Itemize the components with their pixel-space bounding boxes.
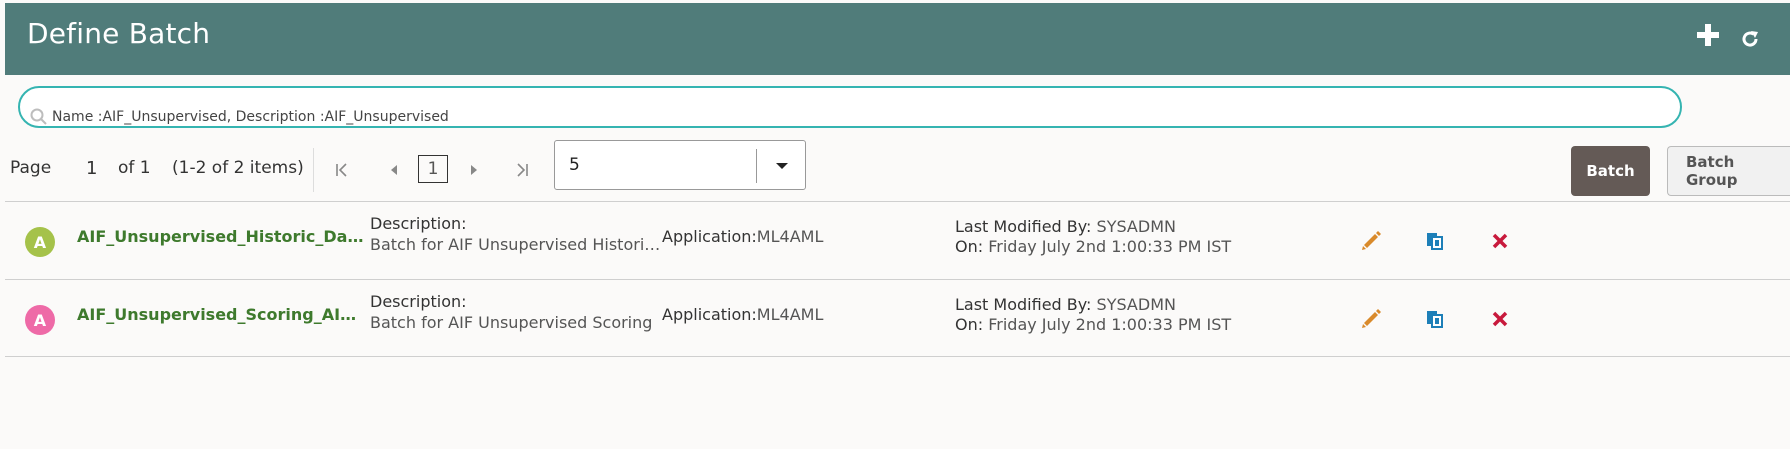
previous-page-icon	[391, 165, 397, 175]
description-label: Description:	[370, 292, 467, 311]
delete-button[interactable]	[1486, 227, 1514, 255]
last-page-button[interactable]	[510, 158, 534, 182]
close-icon	[1492, 233, 1508, 249]
copy-icon	[1427, 233, 1443, 250]
pencil-icon	[1362, 309, 1381, 328]
description-label: Description:	[370, 214, 467, 233]
next-page-button[interactable]	[462, 158, 486, 182]
search-box[interactable]	[18, 86, 1682, 128]
copy-button[interactable]	[1421, 227, 1449, 255]
page-size-select[interactable]: 5	[554, 140, 806, 190]
copy-icon	[1427, 311, 1443, 328]
application-value: ML4AML	[756, 305, 824, 324]
close-icon	[1492, 311, 1508, 327]
page-size-value: 5	[569, 155, 580, 175]
pager-divider	[313, 148, 314, 192]
page-total: of 1	[118, 158, 151, 178]
edit-button[interactable]	[1357, 305, 1385, 333]
modified-by-label: Last Modified By:	[955, 295, 1092, 314]
next-page-icon	[471, 165, 477, 175]
last-modified-by: Last Modified By: SYSADMN	[955, 217, 1176, 236]
add-button[interactable]	[1690, 17, 1726, 53]
list-item: A AIF_Unsupervised_Historic_Data_Load_AI…	[5, 201, 1790, 279]
search-icon	[30, 108, 47, 125]
modified-by-value: SYSADMN	[1096, 295, 1176, 314]
batch-name-link[interactable]: AIF_Unsupervised_Scoring_AIFSANDBOX	[77, 305, 364, 324]
application-label: Application:	[662, 305, 757, 324]
modified-on-value: Friday July 2nd 1:00:33 PM IST	[988, 315, 1232, 334]
list-item: A AIF_Unsupervised_Scoring_AIFSANDBOX De…	[5, 279, 1790, 357]
batch-button[interactable]: Batch	[1571, 146, 1650, 196]
first-page-button[interactable]	[330, 158, 354, 182]
items-count: (1-2 of 2 items)	[172, 158, 304, 178]
previous-page-button[interactable]	[382, 158, 406, 182]
select-divider	[756, 149, 757, 183]
modified-by-value: SYSADMN	[1096, 217, 1176, 236]
application-field: Application:ML4AML	[662, 305, 823, 324]
modified-on-label: On:	[955, 315, 984, 334]
last-modified-on: On: Friday July 2nd 1:00:33 PM IST	[955, 237, 1231, 256]
avatar: A	[25, 305, 55, 335]
last-page-icon	[517, 163, 528, 177]
pencil-icon	[1362, 231, 1381, 250]
page-title: Define Batch	[27, 17, 211, 50]
description-value: Batch for AIF Unsupervised Historic Data…	[370, 235, 662, 254]
copy-button[interactable]	[1421, 305, 1449, 333]
page-number-input[interactable]: 1	[418, 155, 448, 183]
edit-button[interactable]	[1357, 227, 1385, 255]
batch-list: A AIF_Unsupervised_Historic_Data_Load_AI…	[5, 201, 1790, 357]
modified-on-label: On:	[955, 237, 984, 256]
plus-icon	[1697, 24, 1719, 46]
batch-group-button[interactable]: Batch Group	[1667, 146, 1790, 196]
define-batch-page: Define Batch Page 1 of 1 (1-2 of 2 items…	[0, 0, 1790, 449]
page-label: Page	[10, 158, 52, 178]
current-page: 1	[86, 158, 98, 179]
last-modified-on: On: Friday July 2nd 1:00:33 PM IST	[955, 315, 1231, 334]
application-label: Application:	[662, 227, 757, 246]
modified-by-label: Last Modified By:	[955, 217, 1092, 236]
last-modified-by: Last Modified By: SYSADMN	[955, 295, 1176, 314]
page-header: Define Batch	[5, 3, 1790, 75]
refresh-button[interactable]	[1732, 21, 1768, 57]
delete-button[interactable]	[1486, 305, 1514, 333]
application-value: ML4AML	[756, 227, 824, 246]
refresh-icon	[1742, 31, 1758, 47]
first-page-icon	[336, 163, 347, 177]
batch-name-link[interactable]: AIF_Unsupervised_Historic_Data_Load_AIFS…	[77, 227, 364, 246]
description-value: Batch for AIF Unsupervised Scoring	[370, 313, 653, 332]
application-field: Application:ML4AML	[662, 227, 823, 246]
pagination-bar: Page 1 of 1 (1-2 of 2 items) 1 5 Batch B…	[0, 140, 1790, 200]
modified-on-value: Friday July 2nd 1:00:33 PM IST	[988, 237, 1232, 256]
search-input[interactable]	[52, 107, 1652, 127]
chevron-down-icon[interactable]	[769, 153, 795, 179]
avatar: A	[25, 227, 55, 257]
